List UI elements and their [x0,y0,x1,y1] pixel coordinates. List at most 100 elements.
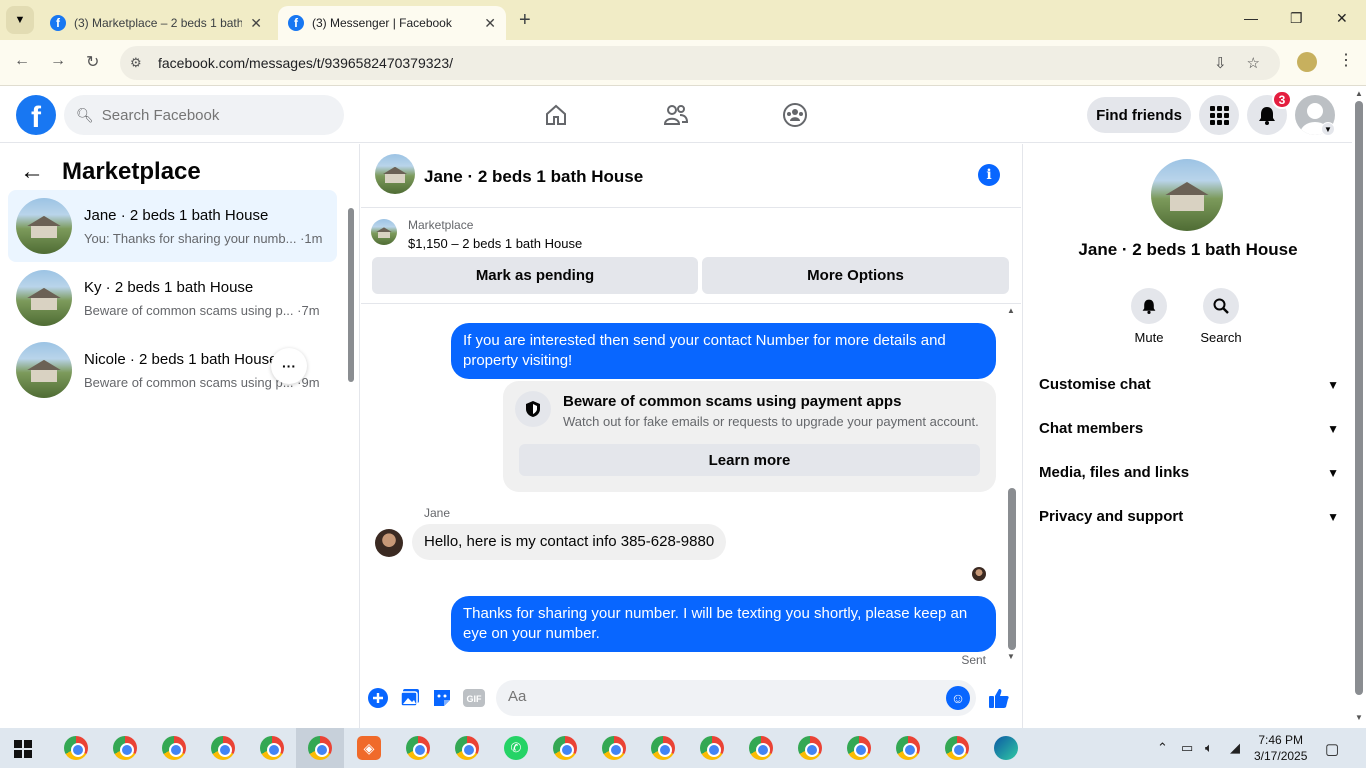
page-scrollbar[interactable]: ▲ ▼ [1352,87,1366,728]
chrome-icon[interactable] [700,736,724,760]
scroll-up-icon[interactable]: ▲ [1355,89,1363,98]
conversation-preview: You: Thanks for sharing your numb... ·1m [84,231,323,246]
facebook-favicon-icon: f [288,15,304,31]
emoji-icon[interactable]: ☺ [946,686,970,710]
learn-more-button[interactable]: Learn more [519,444,980,476]
mute-button[interactable]: Mute [1119,288,1179,345]
browser-tab-marketplace[interactable]: f (3) Marketplace – 2 beds 1 bath ✕ [40,6,272,40]
wifi-icon[interactable]: ◢ [1230,740,1240,756]
chrome-icon[interactable] [945,736,969,760]
url-text[interactable]: facebook.com/messages/t/9396582470379323… [158,55,1214,71]
scroll-down-icon[interactable]: ▼ [1007,652,1015,661]
profile-thumbnail[interactable] [1151,159,1223,231]
privacy-support-section[interactable]: Privacy and support ▼ [1039,508,1339,525]
chrome-icon[interactable] [113,736,137,760]
conversation-item-ky[interactable]: Ky · 2 beds 1 bath House Beware of commo… [8,262,337,334]
back-arrow-icon[interactable]: ← [20,158,44,186]
close-window-icon[interactable]: ✕ [1336,10,1348,27]
chat-title[interactable]: Jane · 2 beds 1 bath House [424,167,643,187]
taskbar-clock[interactable]: 7:46 PM 3/17/2025 [1254,732,1307,764]
search-label: Search [1200,330,1242,345]
chat-thumbnail[interactable] [375,154,415,194]
chrome-icon[interactable] [896,736,920,760]
browser-tab-messenger[interactable]: f (3) Messenger | Facebook ✕ [278,6,506,40]
close-tab-icon[interactable]: ✕ [484,15,496,32]
facebook-header: f 🔍︎ Find friends 3 ▼ [0,87,1352,143]
chrome-icon[interactable] [406,736,430,760]
chrome-icon[interactable] [211,736,235,760]
chrome-icon[interactable] [64,736,88,760]
restore-icon[interactable]: ❐ [1290,10,1303,27]
site-info-icon[interactable]: ⚙ [130,55,148,71]
mark-as-pending-button[interactable]: Mark as pending [372,257,698,294]
like-thumbs-up-icon[interactable] [987,686,1011,710]
chat-scrollbar[interactable]: ▲ ▼ [1005,304,1017,664]
volume-muted-icon[interactable]: 🔈︎ [1205,740,1213,756]
tab-search-chevron-icon[interactable]: ▼ [6,6,34,34]
home-icon[interactable] [540,99,572,131]
find-friends-button[interactable]: Find friends [1087,97,1191,133]
friends-icon[interactable] [660,99,692,131]
facebook-search[interactable]: 🔍︎ [64,95,344,135]
media-files-links-section[interactable]: Media, files and links ▼ [1039,464,1339,481]
chrome-icon[interactable] [749,736,773,760]
gif-icon[interactable]: GIF [462,686,486,710]
install-app-icon[interactable]: ⇩ [1214,54,1227,72]
more-actions-plus-icon[interactable] [366,686,390,710]
chevron-down-icon: ▼ [1327,509,1339,524]
chrome-icon[interactable] [455,736,479,760]
attach-photo-icon[interactable] [398,686,422,710]
more-options-icon[interactable]: ··· [271,348,307,384]
chrome-icon[interactable] [602,736,626,760]
chrome-icon[interactable] [308,736,332,760]
chrome-icon[interactable] [847,736,871,760]
listing-price[interactable]: $1,150 – 2 beds 1 bath House [408,236,582,251]
scroll-down-icon[interactable]: ▼ [1355,713,1363,722]
scrollbar-thumb[interactable] [1355,101,1363,695]
menu-grid-icon[interactable] [1199,95,1239,135]
message-input-wrapper: ☺ [496,680,976,716]
bookmark-star-icon[interactable]: ☆ [1247,54,1260,72]
chrome-icon[interactable] [651,736,675,760]
edge-icon[interactable] [994,736,1018,760]
listing-thumbnail[interactable] [371,219,397,245]
scrollbar-thumb[interactable] [348,208,354,382]
info-icon[interactable]: i [978,164,1000,186]
tray-chevron-up-icon[interactable]: ⌃ [1157,740,1168,756]
conversation-list-pane: ← Marketplace Jane · 2 beds 1 bath House… [0,144,360,728]
more-options-button[interactable]: More Options [702,257,1009,294]
chrome-icon[interactable] [260,736,284,760]
conversation-item-nicole[interactable]: Nicole · 2 beds 1 bath House Beware of c… [8,334,337,406]
message-input[interactable] [508,688,928,705]
windows-start-icon[interactable] [14,740,32,758]
conversation-list-scrollbar[interactable] [347,196,355,388]
sender-avatar[interactable] [375,529,403,557]
chat-members-section[interactable]: Chat members ▼ [1039,420,1339,437]
minimize-icon[interactable]: — [1244,10,1258,26]
battery-icon[interactable]: ▭ [1181,740,1193,756]
reload-icon[interactable]: ↻ [86,52,99,72]
sticker-icon[interactable] [430,686,454,710]
search-in-chat-button[interactable]: Search [1191,288,1251,345]
forward-icon[interactable]: → [50,52,66,70]
new-tab-icon[interactable]: + [519,9,531,32]
notification-center-icon[interactable]: ▢ [1325,740,1339,758]
facebook-logo-icon[interactable]: f [16,95,56,135]
chrome-icon[interactable] [162,736,186,760]
scrollbar-thumb[interactable] [1008,488,1016,650]
scroll-up-icon[interactable]: ▲ [1007,306,1015,315]
chrome-icon[interactable] [553,736,577,760]
search-input[interactable] [101,106,322,124]
browser-menu-icon[interactable]: ⋮ [1338,50,1354,70]
address-bar[interactable]: ⚙ facebook.com/messages/t/93965824703793… [120,46,1280,80]
close-tab-icon[interactable]: ✕ [250,15,262,32]
account-chevron-icon[interactable]: ▼ [1321,122,1335,136]
whatsapp-icon[interactable]: ✆ [504,736,528,760]
back-icon[interactable]: ← [14,52,30,70]
app-box-icon[interactable]: ◈ [357,736,381,760]
browser-profile-icon[interactable] [1297,52,1317,72]
conversation-item-jane[interactable]: Jane · 2 beds 1 bath House You: Thanks f… [8,190,337,262]
chrome-icon[interactable] [798,736,822,760]
customise-chat-section[interactable]: Customise chat ▼ [1039,376,1339,393]
groups-icon[interactable] [779,99,811,131]
